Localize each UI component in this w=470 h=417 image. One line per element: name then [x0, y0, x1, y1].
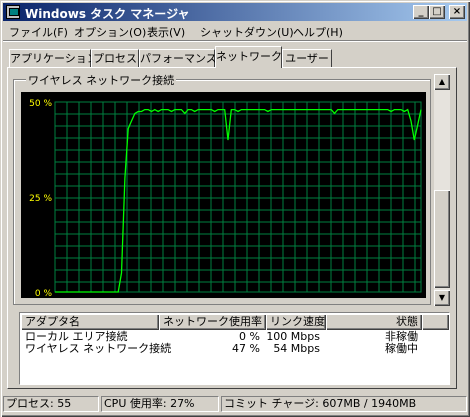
column-status[interactable]: 状態	[326, 314, 422, 330]
maximize-button[interactable]: □	[429, 5, 445, 19]
adapter-row-2-speed: 54 Mbps	[273, 342, 320, 355]
menu-help[interactable]: ヘルプ(H)	[293, 24, 343, 40]
tab-networking[interactable]: ネットワーク	[215, 46, 282, 68]
minimize-button[interactable]: _	[413, 5, 429, 19]
column-link-speed[interactable]: リンク速度	[266, 314, 326, 330]
window-title: Windows タスク マネージャ	[25, 7, 190, 21]
column-filler	[422, 314, 449, 330]
menu-options[interactable]: オプション(O)	[74, 24, 146, 40]
menu-bar: ファイル(F) オプション(O) 表示(V) シャットダウン(U) ヘルプ(H)	[3, 22, 467, 40]
network-usage-graph: 50 % 25 % 0 %	[21, 92, 426, 298]
tab-performance[interactable]: パフォーマンス	[139, 49, 217, 67]
title-bar[interactable]: Windows タスク マネージャ _ □ ×	[3, 3, 467, 21]
usage-line	[55, 108, 422, 293]
menu-view[interactable]: 表示(V)	[147, 24, 185, 40]
scroll-thumb[interactable]	[434, 190, 450, 288]
adapter-row-2-name[interactable]: ワイヤレス ネットワーク接続	[25, 343, 171, 355]
menu-shutdown[interactable]: シャットダウン(U)	[200, 24, 294, 40]
status-commit-charge: コミット チャージ: 607MB / 1940MB	[221, 396, 467, 412]
menu-separator	[3, 40, 467, 42]
adapter-row-2-status: 稼働中	[385, 342, 418, 355]
tab-users[interactable]: ユーザー	[282, 49, 332, 67]
adapter-row-2-usage: 47 %	[232, 342, 260, 355]
tab-processes[interactable]: プロセス	[91, 49, 139, 67]
status-cpu-usage: CPU 使用率: 27%	[101, 396, 219, 412]
graph-group-title: ワイヤレス ネットワーク接続	[26, 72, 177, 88]
scroll-up-button[interactable]: ▲	[434, 74, 450, 90]
plot-border	[54, 101, 422, 293]
y-axis-label: 0 %	[35, 289, 53, 298]
y-axis-label: 25 %	[29, 194, 52, 204]
status-bar: プロセス: 55 CPU 使用率: 27% コミット チャージ: 607MB /…	[3, 395, 467, 413]
task-manager-window: Windows タスク マネージャ _ □ × ファイル(F) オプション(O)…	[0, 0, 470, 417]
network-graph-svg: 50 % 25 % 0 %	[29, 99, 422, 298]
tab-applications[interactable]: アプリケーション	[9, 49, 98, 67]
column-network-usage[interactable]: ネットワーク使用率	[159, 314, 266, 330]
close-button[interactable]: ×	[449, 5, 465, 19]
task-manager-app-icon[interactable]	[6, 5, 20, 19]
graph-scrollbar[interactable]: ▲ ▼	[434, 74, 450, 306]
y-axis-label: 50 %	[29, 99, 52, 109]
scroll-down-button[interactable]: ▼	[434, 290, 450, 306]
status-processes: プロセス: 55	[3, 396, 99, 412]
menu-file[interactable]: ファイル(F)	[9, 24, 68, 40]
adapter-list[interactable]: アダプタ名 ネットワーク使用率 リンク速度 状態 ローカル エリア接続 0 % …	[19, 312, 450, 385]
column-adapter-name[interactable]: アダプタ名	[21, 314, 159, 330]
